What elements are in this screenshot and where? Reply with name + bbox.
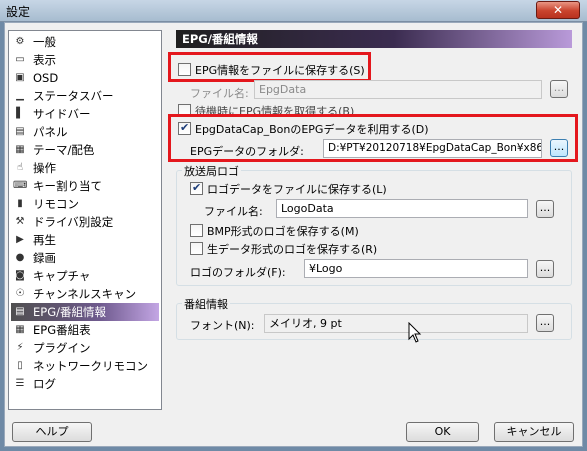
- category-label: キャプチャ: [33, 269, 91, 283]
- epg-table-icon: ▦: [15, 324, 25, 335]
- highlight-box-save-epg: [168, 52, 371, 82]
- category-label: ドライバ別設定: [33, 215, 114, 229]
- category-label: パネル: [33, 125, 68, 139]
- category-item[interactable]: ● 録画: [11, 249, 159, 267]
- category-item[interactable]: ▦ テーマ/配色: [11, 141, 159, 159]
- epg-filename-input[interactable]: EpgData: [254, 80, 542, 99]
- panel-icon: ▤: [15, 126, 25, 137]
- operation-icon: ☝: [16, 162, 24, 173]
- program-info-group-title: 番組情報: [182, 296, 230, 312]
- play-icon: ▶: [16, 234, 24, 245]
- category-list[interactable]: ⚙ 一般 ▭ 表示 ▣ OSD ▁ ステータスバー ▌ サイドバー ▤ パネル ▦ テーマ/配色 ☝ 操作 ⌨ キ…: [8, 30, 162, 410]
- raw-logo-checkbox[interactable]: [190, 242, 203, 255]
- log-icon: ☰: [15, 378, 25, 389]
- window-title: 設定: [6, 5, 31, 19]
- category-item[interactable]: ⚡ プラグイン: [11, 339, 159, 357]
- category-item[interactable]: ☉ チャンネルスキャン: [11, 285, 159, 303]
- sidebar-icon: ▌: [16, 108, 24, 119]
- logo-filename-label: ファイル名:: [204, 205, 263, 218]
- bmp-logo-checkbox[interactable]: [190, 224, 203, 237]
- category-item[interactable]: ▭ 表示: [11, 51, 159, 69]
- driver-icon: ⚒: [15, 216, 25, 227]
- category-item[interactable]: ▤ パネル: [11, 123, 159, 141]
- epg-filename-browse-button[interactable]: ...: [550, 80, 568, 98]
- category-label: 操作: [33, 161, 56, 175]
- category-label: リモコン: [33, 197, 79, 211]
- theme-icon: ▦: [15, 144, 25, 155]
- logo-folder-label: ロゴのフォルダ(F):: [190, 266, 286, 279]
- category-label: 表示: [33, 53, 56, 67]
- cancel-button[interactable]: キャンセル: [494, 422, 574, 442]
- record-icon: ●: [15, 252, 25, 263]
- logo-folder-input[interactable]: ¥Logo: [304, 259, 528, 278]
- network-remote-icon: ▯: [17, 360, 23, 371]
- category-label: EPG/番組情報: [33, 305, 106, 319]
- save-logo-checkbox[interactable]: [190, 181, 203, 195]
- category-label: ログ: [33, 377, 56, 391]
- bmp-logo-label: BMP形式のロゴを保存する(M): [207, 225, 359, 238]
- category-label: OSD: [33, 71, 59, 85]
- close-button[interactable]: ✕: [536, 1, 580, 19]
- category-label: サイドバー: [33, 107, 91, 121]
- help-button[interactable]: ヘルプ: [12, 422, 92, 442]
- display-icon: ▭: [15, 54, 25, 65]
- osd-icon: ▣: [15, 72, 25, 83]
- category-item[interactable]: ▶ 再生: [11, 231, 159, 249]
- logo-folder-browse-button[interactable]: ...: [536, 260, 554, 278]
- filename-label: ファイル名:: [190, 87, 249, 100]
- logo-group-title: 放送局ロゴ: [182, 163, 241, 179]
- category-label: EPG番組表: [33, 323, 91, 337]
- category-label: チャンネルスキャン: [33, 287, 137, 301]
- epg-icon: ▤: [15, 306, 25, 317]
- category-label: 一般: [33, 35, 56, 49]
- page-title: EPG/番組情報: [176, 30, 572, 48]
- raw-logo-label: 生データ形式のロゴを保存する(R): [207, 243, 378, 256]
- category-label: キー割り当て: [33, 179, 102, 193]
- category-item[interactable]: ◙ キャプチャ: [11, 267, 159, 285]
- ok-button[interactable]: OK: [406, 422, 479, 442]
- category-item[interactable]: ☰ ログ: [11, 375, 159, 393]
- font-browse-button[interactable]: ...: [536, 314, 554, 332]
- font-display: メイリオ, 9 pt: [264, 314, 528, 333]
- category-label: テーマ/配色: [33, 143, 95, 157]
- category-item[interactable]: ▣ OSD: [11, 69, 159, 87]
- category-item[interactable]: ▤ EPG/番組情報: [11, 303, 159, 321]
- title-bar: [0, 0, 587, 22]
- category-item[interactable]: ☝ 操作: [11, 159, 159, 177]
- keyboard-icon: ⌨: [13, 180, 28, 191]
- category-label: プラグイン: [33, 341, 91, 355]
- plugin-icon: ⚡: [16, 342, 24, 353]
- remote-icon: ▮: [17, 198, 23, 209]
- category-item[interactable]: ⚒ ドライバ別設定: [11, 213, 159, 231]
- category-item[interactable]: ⌨ キー割り当て: [11, 177, 159, 195]
- highlight-box-edcb: [168, 114, 578, 162]
- category-item[interactable]: ▦ EPG番組表: [11, 321, 159, 339]
- category-label: 再生: [33, 233, 56, 247]
- category-item[interactable]: ▁ ステータスバー: [11, 87, 159, 105]
- category-item[interactable]: ▯ ネットワークリモコン: [11, 357, 159, 375]
- category-label: ネットワークリモコン: [33, 359, 148, 373]
- logo-filename-input[interactable]: LogoData: [276, 199, 528, 218]
- logo-filename-browse-button[interactable]: ...: [536, 200, 554, 218]
- scan-icon: ☉: [15, 288, 25, 299]
- category-item[interactable]: ▮ リモコン: [11, 195, 159, 213]
- category-label: ステータスバー: [33, 89, 114, 103]
- save-logo-label: ロゴデータをファイルに保存する(L): [207, 183, 387, 196]
- statusbar-icon: ▁: [16, 90, 24, 101]
- category-label: 録画: [33, 251, 56, 265]
- mouse-cursor-icon: [408, 322, 422, 343]
- category-item[interactable]: ▌ サイドバー: [11, 105, 159, 123]
- font-label: フォント(N):: [190, 319, 255, 332]
- gear-icon: ⚙: [15, 36, 25, 47]
- close-icon: ✕: [552, 3, 564, 17]
- category-item[interactable]: ⚙ 一般: [11, 33, 159, 51]
- camera-icon: ◙: [15, 270, 25, 281]
